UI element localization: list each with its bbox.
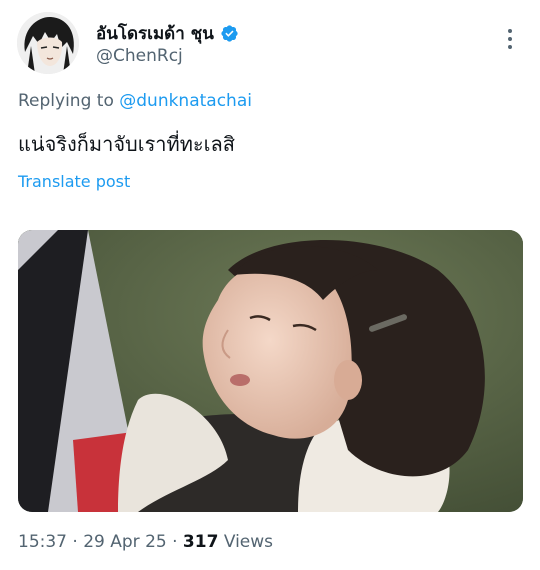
verified-badge-icon — [220, 24, 239, 43]
post-meta: 15:37 · 29 Apr 25 · 317 Views — [18, 532, 273, 552]
views-label: Views — [223, 532, 274, 552]
avatar[interactable] — [17, 12, 79, 74]
user-handle[interactable]: @ChenRcj — [96, 46, 183, 66]
translate-post-link[interactable]: Translate post — [18, 172, 130, 191]
post-media[interactable] — [18, 230, 523, 512]
more-options-icon[interactable] — [500, 26, 520, 52]
views-count: 317 — [182, 532, 219, 552]
meta-separator: · — [72, 532, 78, 552]
replying-to: Replying to @dunknatachai — [18, 91, 252, 111]
replying-to-link[interactable]: @dunknatachai — [119, 91, 252, 111]
post-date[interactable]: 29 Apr 25 — [83, 532, 166, 552]
display-name[interactable]: อันโดรเมด้า ชุน — [96, 20, 214, 47]
post-text: แน่จริงก็มาจับเราที่ทะเลสิ — [18, 132, 235, 156]
replying-prefix: Replying to — [18, 91, 114, 111]
meta-separator: · — [172, 532, 178, 552]
post-time[interactable]: 15:37 — [18, 532, 67, 552]
